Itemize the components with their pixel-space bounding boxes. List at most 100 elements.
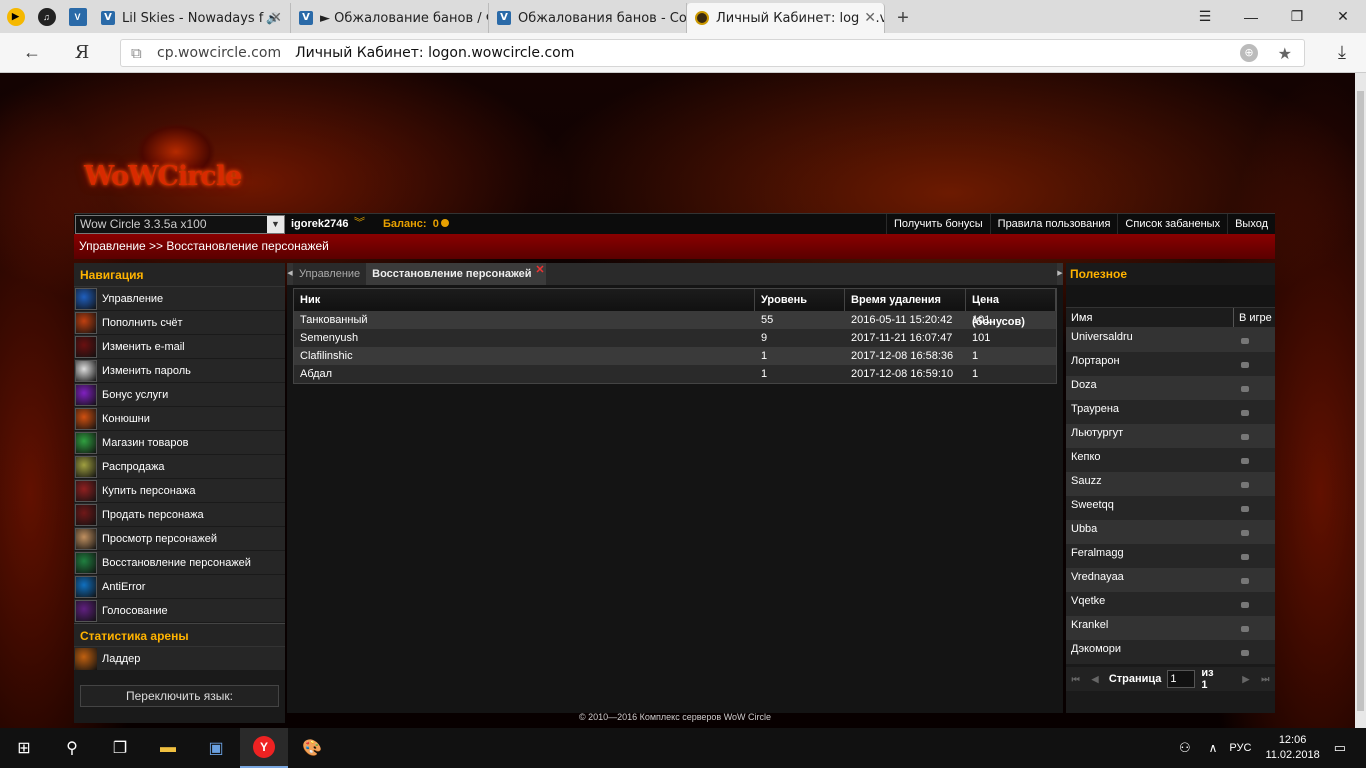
table-row[interactable]: Танкованный 55 2016-05-11 15:20:42 101: [294, 311, 1056, 329]
new-tab-button[interactable]: +: [885, 3, 921, 33]
rules-link[interactable]: Правила пользования: [989, 214, 1118, 235]
minimize-button[interactable]: —: [1228, 0, 1274, 33]
column-header[interactable]: Ник: [294, 289, 755, 311]
browser-tab[interactable]: V ► Обжалование банов / Ф: [291, 3, 489, 33]
list-item[interactable]: Траурена: [1066, 400, 1275, 424]
nav-item[interactable]: AntiError: [74, 575, 285, 599]
list-item[interactable]: Дэкомори: [1066, 640, 1275, 664]
get-bonus-link[interactable]: Получить бонусы: [885, 214, 990, 235]
input-language[interactable]: РУС: [1229, 742, 1251, 754]
task-view-icon[interactable]: ❐: [96, 728, 144, 768]
close-window-button[interactable]: ✕: [1320, 0, 1366, 33]
paint-icon[interactable]: 🎨: [288, 728, 336, 768]
last-page-icon[interactable]: ⏭: [1256, 674, 1275, 685]
address-input[interactable]: ⧉ cp.wowcircle.com Личный Кабинет: logon…: [120, 39, 1305, 67]
deleted-characters-table: Ник Уровень Время удаления Цена (бонусов…: [293, 288, 1057, 384]
nav-item[interactable]: Управление: [74, 287, 285, 311]
prev-page-icon[interactable]: ◀: [1085, 674, 1104, 685]
tab-restore-characters[interactable]: Восстановление персонажей ✕: [366, 263, 546, 285]
people-icon[interactable]: ⚇: [1179, 740, 1191, 756]
nav-item-ladder[interactable]: Ладдер: [74, 647, 285, 671]
restore-button[interactable]: ❐: [1274, 0, 1320, 33]
browser-tab[interactable]: V Lil Skies - Nowadays f 🔊 ✕: [93, 3, 291, 33]
tab-management[interactable]: Управление: [293, 263, 366, 285]
nav-item[interactable]: Конюшни: [74, 407, 285, 431]
globe-icon[interactable]: ⊕: [1240, 44, 1258, 62]
yandex-browser-icon[interactable]: Y: [240, 728, 288, 768]
nav-item[interactable]: Голосование: [74, 599, 285, 623]
remote-desktop-icon[interactable]: ▣: [192, 728, 240, 768]
bookmark-star-icon[interactable]: ★: [1278, 44, 1292, 63]
list-item[interactable]: Sauzz: [1066, 472, 1275, 496]
close-tab-icon[interactable]: ✕: [535, 259, 544, 281]
list-item[interactable]: Sweetqq: [1066, 496, 1275, 520]
menu-icon[interactable]: ☰: [1182, 0, 1228, 33]
nav-item[interactable]: Магазин товаров: [74, 431, 285, 455]
pinned-tab-icon[interactable]: V: [62, 0, 93, 33]
table-row[interactable]: Semenyush 9 2017-11-21 16:07:47 101: [294, 329, 1056, 347]
file-explorer-icon[interactable]: ▬: [144, 728, 192, 768]
music-icon[interactable]: ♫: [31, 0, 62, 33]
list-item[interactable]: Лортарон: [1066, 352, 1275, 376]
nav-item[interactable]: Распродажа: [74, 455, 285, 479]
page-input[interactable]: [1167, 670, 1196, 688]
column-header[interactable]: Имя: [1066, 308, 1234, 327]
nav-item[interactable]: Просмотр персонажей: [74, 527, 285, 551]
first-page-icon[interactable]: ⏮: [1066, 674, 1085, 685]
player-name: Кепко: [1071, 451, 1101, 463]
column-header[interactable]: Цена (бонусов): [966, 289, 1056, 328]
column-header[interactable]: Уровень: [755, 289, 845, 311]
collapse-right-icon[interactable]: ▶: [1057, 263, 1063, 285]
nav-item-label: Восстановление персонажей: [102, 556, 251, 569]
browser-tab[interactable]: V Обжалования банов - Созд: [489, 3, 687, 33]
list-item[interactable]: Кепко: [1066, 448, 1275, 472]
nav-item[interactable]: Продать персонажа: [74, 503, 285, 527]
back-button[interactable]: ←: [14, 33, 50, 73]
list-item[interactable]: Doza: [1066, 376, 1275, 400]
column-header[interactable]: В игре: [1234, 308, 1272, 327]
list-item[interactable]: Krankel: [1066, 616, 1275, 640]
chevron-down-icon[interactable]: ▼: [267, 216, 284, 233]
banned-list-link[interactable]: Список забаненых: [1117, 214, 1227, 235]
nav-item-label: Купить персонажа: [102, 484, 196, 497]
nav-item[interactable]: Изменить пароль: [74, 359, 285, 383]
navigation-panel: Навигация Управление Пополнить счёт Измени…: [74, 263, 285, 723]
close-tab-icon[interactable]: ✕: [860, 10, 876, 26]
list-item[interactable]: Vqetke: [1066, 592, 1275, 616]
nav-item[interactable]: Изменить e-mail: [74, 335, 285, 359]
chevron-up-icon[interactable]: ∧: [1209, 741, 1218, 755]
wowcircle-logo[interactable]: WoWCircle: [84, 123, 266, 193]
page-scrollbar[interactable]: [1355, 73, 1366, 728]
scrollbar-thumb[interactable]: [1357, 91, 1364, 711]
column-header[interactable]: Время удаления: [845, 289, 966, 311]
table-row[interactable]: Абдал 1 2017-12-08 16:59:10 1: [294, 365, 1056, 383]
realm-select[interactable]: Wow Circle 3.3.5a x100 ▼: [75, 215, 285, 234]
clock[interactable]: 12:06 11.02.2018: [1265, 733, 1319, 763]
status-dot-icon: [1241, 602, 1249, 608]
table-cell: 1: [761, 368, 768, 380]
download-icon[interactable]: ⤓: [1324, 33, 1360, 73]
list-item[interactable]: Feralmagg: [1066, 544, 1275, 568]
close-tab-icon[interactable]: ✕: [266, 10, 282, 26]
nav-item-label: Изменить e-mail: [102, 340, 185, 353]
search-icon[interactable]: ⚲: [48, 728, 96, 768]
nav-item[interactable]: Восстановление персонажей: [74, 551, 285, 575]
nav-item[interactable]: Купить персонажа: [74, 479, 285, 503]
yandex-logo[interactable]: Я: [64, 33, 100, 73]
notifications-icon[interactable]: ▭: [1334, 740, 1346, 756]
nav-item[interactable]: Пополнить счёт: [74, 311, 285, 335]
ladder-icon: [75, 647, 97, 670]
table-row[interactable]: Clafilinshic 1 2017-12-08 16:58:36 1: [294, 347, 1056, 365]
browser-tab-active[interactable]: Личный Кабинет: logon.v ✕: [687, 3, 885, 33]
logout-link[interactable]: Выход: [1227, 214, 1275, 235]
list-item[interactable]: Vrednayaa: [1066, 568, 1275, 592]
list-item[interactable]: Льютургут: [1066, 424, 1275, 448]
switch-language-button[interactable]: Переключить язык:: [80, 685, 279, 707]
nav-item[interactable]: Бонус услуги: [74, 383, 285, 407]
player-icon[interactable]: ▶: [0, 0, 31, 33]
next-page-icon[interactable]: ▶: [1236, 674, 1255, 685]
list-item[interactable]: Universaldru: [1066, 328, 1275, 352]
status-dot-icon: [1241, 458, 1249, 464]
windows-start-icon[interactable]: ⊞: [0, 728, 48, 768]
list-item[interactable]: Ubba: [1066, 520, 1275, 544]
